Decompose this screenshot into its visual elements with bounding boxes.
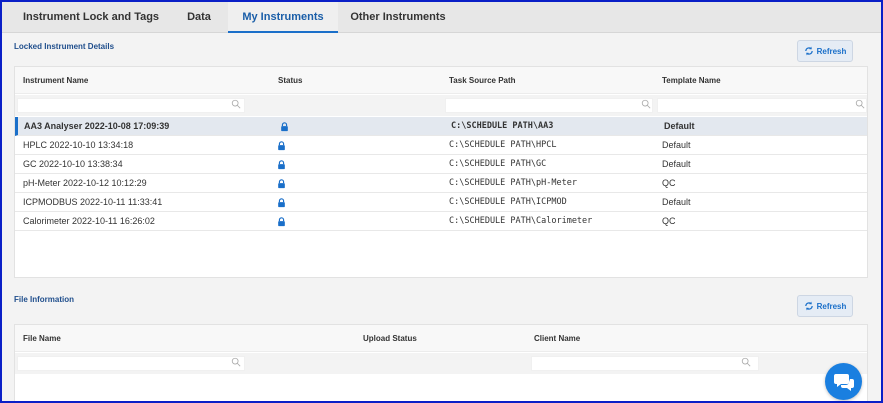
- task-source-path-cell: C:\SCHEDULE PATH\HPCL: [449, 140, 557, 150]
- table-row[interactable]: HPLC 2022-10-10 13:34:18 C:\SCHEDULE PAT…: [15, 136, 867, 155]
- locked-instrument-grid: Instrument Name Status Task Source Path …: [14, 66, 868, 278]
- search-icon: [231, 99, 241, 109]
- file-name-filter-input[interactable]: [17, 356, 245, 371]
- template-name-cell: QC: [662, 216, 676, 226]
- task-source-path-cell: C:\SCHEDULE PATH\AA3: [451, 121, 554, 131]
- filter-row: [15, 95, 867, 116]
- locked-refresh-button[interactable]: Refresh: [797, 40, 853, 62]
- table-row[interactable]: Calorimeter 2022-10-11 16:26:02 C:\SCHED…: [15, 212, 867, 231]
- lock-icon: [281, 122, 288, 132]
- instrument-name-cell: ICPMODBUS 2022-10-11 11:33:41: [23, 197, 163, 207]
- lock-icon: [278, 179, 285, 189]
- column-task-source-path[interactable]: Task Source Path: [449, 67, 516, 94]
- tab-other-instruments[interactable]: Other Instruments: [348, 2, 448, 33]
- grid-header: File Name Upload Status Client Name: [15, 325, 867, 352]
- refresh-label: Refresh: [816, 301, 847, 311]
- table-row[interactable]: AA3 Analyser 2022-10-08 17:09:39 C:\SCHE…: [15, 117, 867, 136]
- column-upload-status[interactable]: Upload Status: [363, 325, 417, 352]
- table-row[interactable]: GC 2022-10-10 13:38:34 C:\SCHEDULE PATH\…: [15, 155, 867, 174]
- template-name-cell: Default: [662, 197, 691, 207]
- template-name-cell: Default: [662, 140, 691, 150]
- instrument-name-cell: pH-Meter 2022-10-12 10:12:29: [23, 178, 147, 188]
- lock-icon: [278, 141, 285, 151]
- instrument-name-filter-input[interactable]: [17, 98, 245, 113]
- client-name-filter-input[interactable]: [531, 356, 759, 371]
- column-file-name[interactable]: File Name: [23, 325, 61, 352]
- table-row[interactable]: pH-Meter 2022-10-12 10:12:29 C:\SCHEDULE…: [15, 174, 867, 193]
- tab-data[interactable]: Data: [178, 2, 220, 33]
- app-window: Instrument Lock and Tags Data My Instrum…: [2, 2, 881, 401]
- search-icon: [231, 357, 241, 367]
- instrument-name-cell: HPLC 2022-10-10 13:34:18: [23, 140, 134, 150]
- tab-bar: Instrument Lock and Tags Data My Instrum…: [2, 2, 881, 33]
- task-source-path-cell: C:\SCHEDULE PATH\ICPMOD: [449, 197, 567, 207]
- column-status[interactable]: Status: [278, 67, 302, 94]
- filter-row: [15, 353, 867, 374]
- locked-instrument-title: Locked Instrument Details: [14, 42, 115, 51]
- lock-icon: [278, 217, 285, 227]
- search-icon: [741, 357, 751, 367]
- lock-icon: [278, 198, 285, 208]
- column-instrument-name[interactable]: Instrument Name: [23, 67, 88, 94]
- file-information-grid: File Name Upload Status Client Name: [14, 324, 868, 401]
- task-source-path-filter-input[interactable]: [445, 98, 653, 113]
- task-source-path-cell: C:\SCHEDULE PATH\pH-Meter: [449, 178, 577, 188]
- column-template-name[interactable]: Template Name: [662, 67, 721, 94]
- chat-bubbles-icon: [833, 373, 854, 391]
- lock-icon: [278, 160, 285, 170]
- instrument-name-cell: AA3 Analyser 2022-10-08 17:09:39: [24, 121, 170, 131]
- refresh-icon: [804, 46, 813, 56]
- chat-button[interactable]: [825, 363, 862, 400]
- search-icon: [641, 99, 651, 109]
- column-client-name[interactable]: Client Name: [534, 325, 580, 352]
- grid-header: Instrument Name Status Task Source Path …: [15, 67, 867, 94]
- file-information-title: File Information: [14, 295, 74, 304]
- task-source-path-cell: C:\SCHEDULE PATH\Calorimeter: [449, 216, 593, 226]
- search-icon: [855, 99, 865, 109]
- tab-my-instruments[interactable]: My Instruments: [228, 2, 338, 33]
- table-row[interactable]: ICPMODBUS 2022-10-11 11:33:41 C:\SCHEDUL…: [15, 193, 867, 212]
- instrument-name-cell: GC 2022-10-10 13:38:34: [23, 159, 123, 169]
- refresh-icon: [804, 301, 813, 311]
- template-name-cell: Default: [664, 121, 695, 131]
- template-name-cell: Default: [662, 159, 691, 169]
- instrument-name-cell: Calorimeter 2022-10-11 16:26:02: [23, 216, 155, 226]
- refresh-label: Refresh: [816, 46, 847, 56]
- template-name-cell: QC: [662, 178, 676, 188]
- files-refresh-button[interactable]: Refresh: [797, 295, 853, 317]
- tab-instrument-lock-and-tags[interactable]: Instrument Lock and Tags: [16, 2, 166, 33]
- task-source-path-cell: C:\SCHEDULE PATH\GC: [449, 159, 547, 169]
- template-name-filter-input[interactable]: [657, 98, 867, 113]
